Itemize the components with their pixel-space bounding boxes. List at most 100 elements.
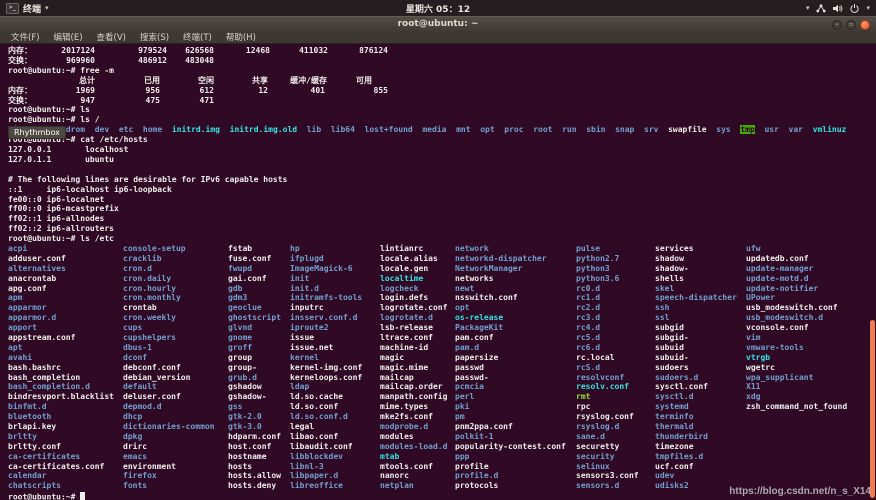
file-entry: papersize bbox=[455, 352, 499, 362]
file-entry: var bbox=[788, 125, 803, 135]
file-entry: group bbox=[228, 352, 253, 362]
terminal-line: 内存： 1969 956 612 12 401 855 bbox=[8, 85, 388, 95]
close-button[interactable] bbox=[860, 19, 870, 30]
menu-item[interactable]: 终端(T) bbox=[176, 31, 219, 43]
terminal-line: ff02::2 ip6-allrouters bbox=[8, 224, 114, 234]
file-entry: logrotate.conf bbox=[380, 303, 448, 313]
etc-column: ufw updatedb.conf update-manager update-mot… bbox=[746, 244, 847, 412]
file-entry: wgetrc bbox=[746, 362, 775, 372]
window-title: root@ubuntu: ~ bbox=[397, 19, 479, 29]
file-entry: machine-id bbox=[380, 342, 429, 352]
window-titlebar[interactable]: root@ubuntu: ~ – ▫ bbox=[0, 16, 876, 31]
file-entry: mnt bbox=[456, 125, 471, 135]
menu-item[interactable]: 帮助(H) bbox=[219, 31, 263, 43]
file-entry: apparmor bbox=[8, 303, 47, 313]
file-entry: cupshelpers bbox=[123, 333, 176, 343]
file-entry: vtrgb bbox=[746, 352, 771, 362]
menu-item[interactable]: 查看(V) bbox=[90, 31, 133, 43]
terminal-line: ff02::1 ip6-allnodes bbox=[8, 214, 105, 224]
file-entry: subuid bbox=[655, 342, 684, 352]
terminal-line: ::1 ip6-localhost ip6-loopback bbox=[8, 184, 172, 194]
clock[interactable]: 星期六 05：12 bbox=[406, 2, 470, 15]
file-entry: acpi bbox=[8, 244, 28, 253]
file-entry: rc5.d bbox=[576, 333, 601, 343]
file-entry: magic.mime bbox=[380, 362, 429, 372]
file-entry: perl bbox=[455, 392, 475, 402]
file-entry: ldap bbox=[290, 382, 310, 392]
file-entry: rsyslog.d bbox=[576, 422, 620, 432]
file-entry: fonts bbox=[123, 481, 148, 491]
file-entry: console-setup bbox=[123, 244, 186, 253]
file-entry: python3 bbox=[576, 263, 610, 273]
file-entry: swapfile bbox=[668, 125, 707, 135]
system-indicators[interactable]: ▾ ▾ bbox=[806, 3, 870, 13]
file-entry: alternatives bbox=[8, 263, 66, 273]
file-entry: rmt bbox=[576, 392, 591, 402]
file-entry: localtime bbox=[380, 273, 424, 283]
file-entry: python3.6 bbox=[576, 273, 620, 283]
etc-column: network networkd-dispatcher NetworkManager… bbox=[455, 244, 566, 491]
terminal-cursor bbox=[80, 491, 86, 500]
file-entry: hosts.deny bbox=[228, 481, 277, 491]
file-entry: newt bbox=[455, 283, 475, 293]
file-entry: ssh bbox=[655, 303, 670, 313]
terminal-line: root@ubuntu:~# ls / bbox=[8, 115, 100, 125]
file-entry: polkit-1 bbox=[455, 431, 494, 441]
file-entry: dhcp bbox=[123, 412, 143, 422]
file-entry: resolv.conf bbox=[576, 382, 629, 392]
file-entry: profile.d bbox=[455, 471, 499, 481]
file-entry: libnl-3 bbox=[290, 461, 324, 471]
terminal-line: 交换： 969960 486912 483048 bbox=[8, 55, 214, 65]
file-entry: issue.net bbox=[290, 342, 334, 352]
app-menu-label: 终端 bbox=[23, 4, 42, 15]
file-entry: zsh_command_not_found bbox=[746, 402, 848, 412]
file-entry: debconf.conf bbox=[123, 362, 181, 372]
file-entry: mke2fs.conf bbox=[380, 412, 433, 422]
file-entry: brltty.conf bbox=[8, 441, 61, 451]
tooltip: Rhythmbox bbox=[8, 126, 66, 139]
menu-item[interactable]: 文件(F) bbox=[4, 31, 47, 43]
terminal-line: root@ubuntu:~# cat /etc/hosts bbox=[8, 135, 148, 145]
file-entry: dictionaries-common bbox=[123, 422, 215, 432]
file-entry: modules-load.d bbox=[380, 441, 448, 451]
watermark: https://blog.csdn.net/n_s_X14 bbox=[729, 486, 871, 497]
file-entry: pki bbox=[455, 402, 470, 412]
etc-column: console-setup cracklib cron.d cron.daily cro… bbox=[123, 244, 215, 491]
file-entry: avahi bbox=[8, 352, 33, 362]
file-entry: brlapi.key bbox=[8, 422, 57, 432]
file-entry: terminfo bbox=[655, 412, 694, 422]
terminal-body[interactable]: acpi adduser.conf alternatives anacrontab ap… bbox=[0, 44, 876, 500]
file-entry: srv bbox=[644, 125, 659, 135]
file-entry: binfmt.d bbox=[8, 402, 47, 412]
file-entry: rc3.d bbox=[576, 313, 601, 323]
file-entry: group- bbox=[228, 362, 257, 372]
file-entry: subgid bbox=[655, 323, 684, 333]
menu-item[interactable]: 编辑(E) bbox=[47, 31, 90, 43]
file-entry: mailcap bbox=[380, 372, 414, 382]
file-entry: snap bbox=[615, 125, 635, 135]
menu-item[interactable]: 搜索(S) bbox=[133, 31, 176, 43]
file-entry: thunderbird bbox=[655, 431, 708, 441]
file-entry: gshadow- bbox=[228, 392, 267, 402]
file-entry: issue bbox=[290, 333, 315, 343]
file-entry: hosts.allow bbox=[228, 471, 281, 481]
file-entry: services bbox=[655, 244, 694, 253]
file-entry: update-motd.d bbox=[746, 273, 809, 283]
file-entry: dconf bbox=[123, 352, 148, 362]
file-entry: libblockdev bbox=[290, 451, 343, 461]
terminal-app-icon: >_ bbox=[6, 2, 19, 14]
file-entry: apport bbox=[8, 323, 37, 333]
file-entry: wpa_supplicant bbox=[746, 372, 814, 382]
app-menu[interactable]: >_ 终端 ▾ bbox=[6, 2, 49, 15]
file-entry: libpaper.d bbox=[290, 471, 339, 481]
scrollbar-thumb[interactable] bbox=[870, 320, 875, 498]
etc-column: pulse python2.7 python3 python3.6 rc0.d rc1.d… bbox=[576, 244, 639, 491]
file-entry: rc6.d bbox=[576, 342, 601, 352]
minimize-button[interactable]: – bbox=[832, 19, 842, 30]
file-entry: fstab bbox=[228, 244, 253, 253]
file-entry: selinux bbox=[576, 461, 610, 471]
maximize-button[interactable]: ▫ bbox=[846, 19, 856, 30]
file-entry: updatedb.conf bbox=[746, 253, 809, 263]
file-entry: pcmcia bbox=[455, 382, 484, 392]
file-entry: mime.types bbox=[380, 402, 429, 412]
